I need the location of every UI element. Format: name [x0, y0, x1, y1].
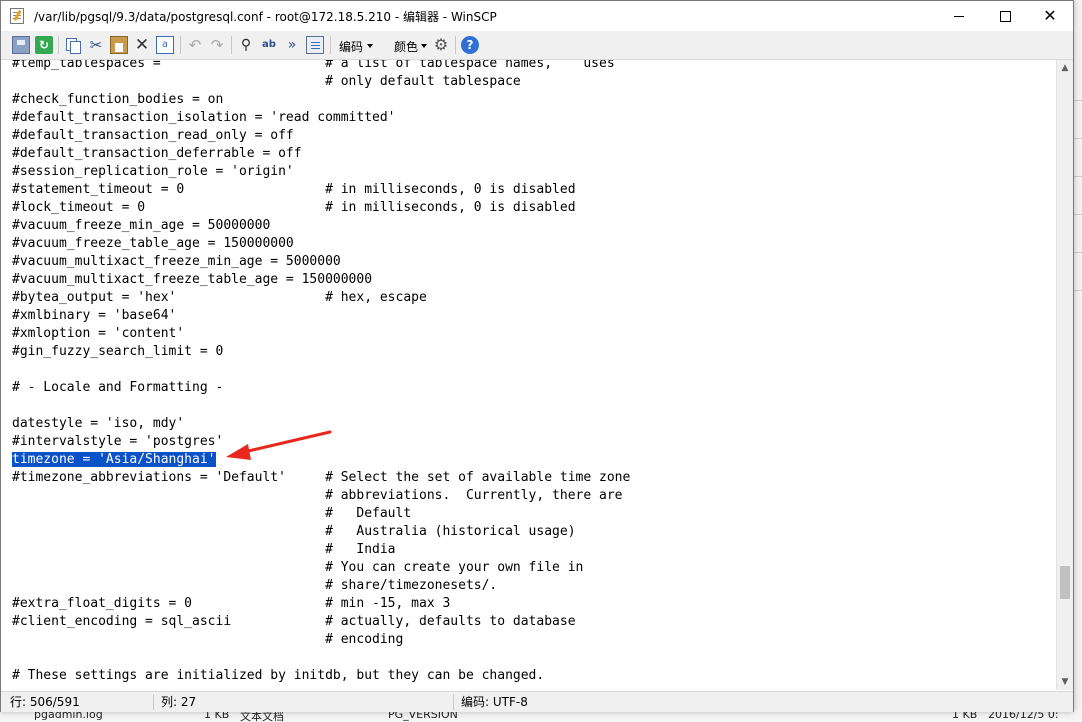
encoding-menu[interactable]: 编码 — [339, 38, 363, 55]
toolbar-separator — [180, 36, 181, 54]
editor-line: #vacuum_multixact_freeze_table_age = 150… — [12, 272, 373, 287]
save-icon[interactable] — [12, 36, 30, 54]
editor-line: #statement_timeout = 0 # in milliseconds… — [12, 182, 576, 197]
editor-line: # These settings are initialized by init… — [12, 668, 545, 683]
editor-line: #intervalstyle = 'postgres' — [12, 434, 224, 449]
editor-line: #temp_tablespaces = # a list of tablespa… — [12, 60, 615, 71]
select-all-icon[interactable]: a — [156, 36, 174, 54]
close-icon: ✕ — [1043, 6, 1057, 25]
window-title: /var/lib/pgsql/9.3/data/postgresql.conf … — [34, 10, 497, 24]
editor-line: #check_function_bodies = on — [12, 92, 224, 107]
toolbar-separator — [455, 36, 456, 54]
editor-toolbar: ↻ ✂ ✕ a ↶ ↷ ⚲ ab » 编码 颜色 ⚙ ? — [1, 31, 1073, 60]
editor-line: # share/timezonesets/. — [12, 578, 498, 593]
settings-icon[interactable]: ⚙ — [432, 36, 450, 54]
editor-line: #client_encoding = sql_ascii # actually,… — [12, 614, 576, 629]
editor-line: # You can create your own file in — [12, 560, 584, 575]
reload-icon[interactable]: ↻ — [35, 36, 53, 54]
status-encoding: 编码: UTF-8 — [461, 695, 528, 709]
scroll-down-icon[interactable]: ▼ — [1057, 674, 1073, 690]
scroll-up-icon[interactable]: ▲ — [1057, 60, 1073, 76]
editor-window: /var/lib/pgsql/9.3/data/postgresql.conf … — [0, 0, 1074, 712]
editor-app-icon[interactable] — [10, 8, 24, 24]
maximize-icon — [999, 10, 1011, 22]
status-bar: 行: 506/591 列: 27 编码: UTF-8 — [1, 691, 1073, 712]
editor-line: #vacuum_freeze_table_age = 150000000 — [12, 236, 294, 251]
editor-line: # abbreviations. Currently, there are — [12, 488, 623, 503]
vertical-scrollbar[interactable]: ▲ ▼ — [1056, 60, 1073, 690]
toolbar-separator — [58, 36, 59, 54]
paste-icon[interactable] — [110, 36, 128, 54]
editor-line: datestyle = 'iso, mdy' — [12, 416, 185, 431]
editor-line: #timezone_abbreviations = 'Default' # Se… — [12, 470, 631, 485]
editor-line: #session_replication_role = 'origin' — [12, 164, 294, 179]
undo-icon[interactable]: ↶ — [186, 36, 204, 54]
editor-line: # India — [12, 542, 396, 557]
encoding-dropdown-icon[interactable] — [367, 44, 373, 48]
cut-icon[interactable]: ✂ — [87, 36, 105, 54]
editor-line: #bytea_output = 'hex' # hex, escape — [12, 290, 427, 305]
editor-line: #lock_timeout = 0 # in milliseconds, 0 i… — [12, 200, 576, 215]
toolbar-separator — [231, 36, 232, 54]
editor-line: #xmloption = 'content' — [12, 326, 185, 341]
editor-line: # only default tablespace — [12, 74, 521, 89]
maximize-button[interactable] — [982, 1, 1028, 31]
editor-line: #vacuum_freeze_min_age = 50000000 — [12, 218, 271, 233]
find-next-icon[interactable]: » — [283, 36, 301, 54]
color-menu[interactable]: 颜色 — [394, 38, 418, 55]
background-window-strip — [1074, 0, 1082, 722]
editor-line: #xmlbinary = 'base64' — [12, 308, 177, 323]
editor-line: # - Locale and Formatting - — [12, 380, 224, 395]
replace-icon[interactable]: ab — [260, 36, 278, 54]
text-editor-area[interactable]: #temp_tablespaces = # a list of tablespa… — [9, 60, 1056, 690]
editor-line: #default_transaction_read_only = off — [12, 128, 294, 143]
editor-line: #default_transaction_deferrable = off — [12, 146, 302, 161]
editor-line: # encoding — [12, 632, 404, 647]
color-dropdown-icon[interactable] — [421, 44, 427, 48]
minimize-icon — [954, 15, 964, 17]
status-line-position: 行: 506/591 — [10, 695, 80, 709]
editor-line: #vacuum_multixact_freeze_min_age = 50000… — [12, 254, 341, 269]
minimize-button[interactable] — [936, 1, 982, 31]
title-bar[interactable]: /var/lib/pgsql/9.3/data/postgresql.conf … — [1, 1, 1073, 31]
help-icon[interactable]: ? — [461, 36, 479, 54]
status-column-position: 列: 27 — [161, 695, 197, 709]
copy-icon[interactable] — [64, 36, 82, 54]
delete-icon[interactable]: ✕ — [133, 36, 151, 54]
editor-line: timezone = 'Asia/Shanghai' — [12, 451, 216, 469]
redo-icon[interactable]: ↷ — [208, 36, 226, 54]
goto-line-icon[interactable] — [306, 36, 324, 54]
editor-line: # Australia (historical usage) — [12, 524, 576, 539]
editor-line: #default_transaction_isolation = 'read c… — [12, 110, 396, 125]
editor-line: #extra_float_digits = 0 # min -15, max 3 — [12, 596, 451, 611]
scrollbar-thumb[interactable] — [1060, 566, 1070, 599]
find-icon[interactable]: ⚲ — [237, 36, 255, 54]
editor-line: # Default — [12, 506, 412, 521]
toolbar-separator — [330, 36, 331, 54]
editor-line: #gin_fuzzy_search_limit = 0 — [12, 344, 224, 359]
close-button[interactable]: ✕ — [1027, 1, 1073, 31]
selected-text: timezone = 'Asia/Shanghai' — [12, 452, 216, 467]
